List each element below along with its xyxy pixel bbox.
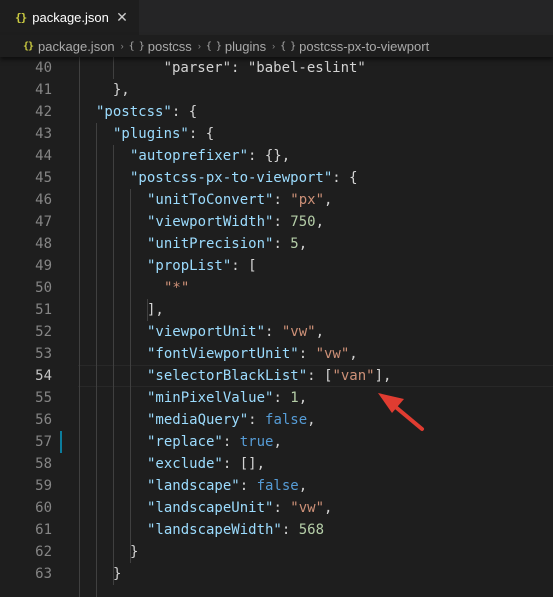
json-file-icon: {} xyxy=(23,40,34,52)
close-icon[interactable]: ✕ xyxy=(114,9,130,25)
chevron-right-icon: › xyxy=(120,41,124,51)
breadcrumb-label: postcss-px-to-viewport xyxy=(299,38,430,54)
object-icon: { } xyxy=(128,40,145,52)
breadcrumb-item-package-json[interactable]: {} package.json xyxy=(23,39,115,54)
breadcrumb-label: plugins xyxy=(224,38,267,54)
breadcrumb-item-plugins[interactable]: { } plugins xyxy=(206,39,266,54)
breadcrumb: {} package.json › { } postcss › { } plug… xyxy=(0,35,553,57)
object-icon: { } xyxy=(280,40,296,52)
breadcrumb-item-postcss-px-to-viewport[interactable]: { } postcss-px-to-viewport xyxy=(280,39,429,54)
annotation-arrow xyxy=(378,393,424,431)
tab-label: package.json xyxy=(32,10,109,25)
editor-window: {} package.json ✕ {} package.json › { } … xyxy=(0,0,553,597)
json-file-icon: {} xyxy=(15,11,27,24)
object-icon: { } xyxy=(205,40,222,52)
tab-package-json[interactable]: {} package.json ✕ xyxy=(0,0,139,35)
breadcrumb-label: package.json xyxy=(38,38,115,54)
tab-bar: {} package.json ✕ xyxy=(0,0,553,36)
code-editor[interactable]: 63} 62} 61 "landscapeWidth": 568 60 "landscap… xyxy=(0,57,553,597)
chevron-right-icon: › xyxy=(272,41,276,51)
breadcrumb-label: postcss xyxy=(147,38,192,54)
chevron-right-icon: › xyxy=(197,41,201,51)
breadcrumb-item-postcss[interactable]: { } postcss xyxy=(129,39,192,54)
